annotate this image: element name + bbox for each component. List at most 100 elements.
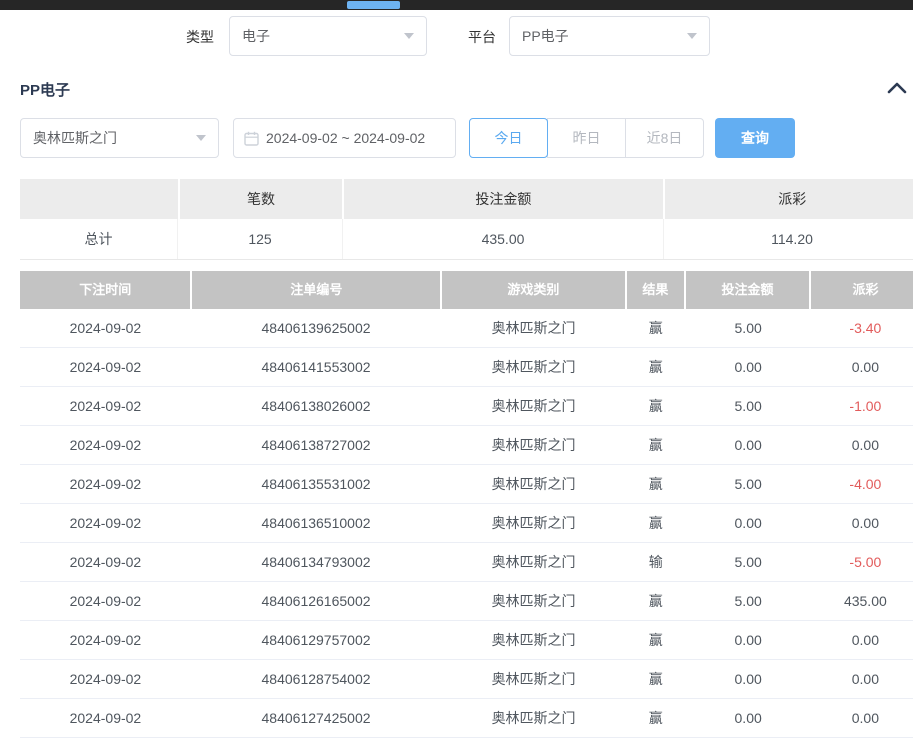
bet-amount-cell: 5.00 [686,387,811,425]
bet-time-cell: 2024-09-02 [20,738,191,743]
platform-select[interactable]: PP电子 [509,16,710,56]
bet-amount-cell: 0.00 [686,504,811,542]
result-cell: 输 [626,738,686,743]
platform-select-value: PP电子 [522,26,569,46]
chevron-down-icon [687,33,697,39]
payout-cell: 0.00 [811,660,913,698]
table-row: 2024-09-02 48406136510002 奥林匹斯之门 赢 0.00 … [20,504,913,543]
bet-amount-cell: 0.00 [686,621,811,659]
order-id-cell: 48406136510002 [191,504,441,542]
summary-header-count: 笔数 [180,179,343,219]
bet-amount-cell: 0.00 [686,699,811,737]
payout-cell: 435.00 [811,582,913,620]
order-id-cell: 48406125316002 [191,738,441,743]
result-cell: 赢 [626,309,686,347]
result-cell: 赢 [626,699,686,737]
table-row: 2024-09-02 48406139625002 奥林匹斯之门 赢 5.00 … [20,309,913,348]
type-select[interactable]: 电子 [229,16,427,56]
game-category-cell: 奥林匹斯之门 [441,387,626,425]
result-cell: 赢 [626,426,686,464]
result-cell: 赢 [626,348,686,386]
result-cell: 赢 [626,582,686,620]
bet-time-cell: 2024-09-02 [20,387,191,425]
bet-time-cell: 2024-09-02 [20,504,191,542]
header-result: 结果 [627,271,684,309]
bet-time-cell: 2024-09-02 [20,348,191,386]
game-category-cell: 奥林匹斯之门 [441,504,626,542]
result-cell: 赢 [626,387,686,425]
table-row: 2024-09-02 48406129757002 奥林匹斯之门 赢 0.00 … [20,621,913,660]
bet-table-body: 2024-09-02 48406139625002 奥林匹斯之门 赢 5.00 … [20,309,913,743]
bet-amount-cell: 0.00 [686,348,811,386]
payout-cell: -5.00 [811,543,913,581]
quick-date-button-group: 今日 昨日 近8日 [469,118,704,158]
result-cell: 赢 [626,504,686,542]
payout-cell: -1.00 [811,387,913,425]
order-id-cell: 48406139625002 [191,309,441,347]
table-row: 2024-09-02 48406125316002 奥林匹斯之门 输 5.00 … [20,738,913,743]
bet-amount-cell: 0.00 [686,660,811,698]
bet-amount-cell: 5.00 [686,738,811,743]
table-row: 2024-09-02 48406138727002 奥林匹斯之门 赢 0.00 … [20,426,913,465]
table-row: 2024-09-02 48406127425002 奥林匹斯之门 赢 0.00 … [20,699,913,738]
collapse-chevron-up-icon[interactable] [886,79,908,97]
today-button[interactable]: 今日 [469,118,548,158]
game-select-value: 奥林匹斯之门 [33,128,117,148]
order-id-cell: 48406126165002 [191,582,441,620]
game-select[interactable]: 奥林匹斯之门 [20,118,219,158]
payout-cell: 0.00 [811,504,913,542]
order-id-cell: 48406128754002 [191,660,441,698]
game-category-cell: 奥林匹斯之门 [441,309,626,347]
bet-time-cell: 2024-09-02 [20,582,191,620]
date-range-value: 2024-09-02 ~ 2024-09-02 [266,130,425,146]
payout-cell: 0.00 [811,699,913,737]
top-scrollbar[interactable] [0,0,913,10]
bet-time-cell: 2024-09-02 [20,543,191,581]
table-row: 2024-09-02 48406135531002 奥林匹斯之门 赢 5.00 … [20,465,913,504]
yesterday-button[interactable]: 昨日 [547,118,626,158]
bet-time-cell: 2024-09-02 [20,465,191,503]
payout-cell: -4.00 [811,465,913,503]
section-title: PP电子 [20,79,70,100]
header-game-category: 游戏类别 [442,271,624,309]
calendar-icon [244,131,259,146]
payout-cell: 0.00 [811,621,913,659]
bet-amount-cell: 5.00 [686,465,811,503]
game-category-cell: 奥林匹斯之门 [441,582,626,620]
type-label: 类型 [186,27,214,47]
order-id-cell: 48406134793002 [191,543,441,581]
last-8-days-button[interactable]: 近8日 [625,118,704,158]
result-cell: 输 [626,543,686,581]
header-order-id: 注单编号 [192,271,440,309]
payout-cell: -5.00 [811,738,913,743]
bet-amount-cell: 5.00 [686,309,811,347]
summary-header-empty [20,179,178,219]
game-category-cell: 奥林匹斯之门 [441,543,626,581]
summary-total-row: 总计 125 435.00 114.20 [20,219,913,260]
search-button[interactable]: 查询 [715,118,795,158]
summary-header-payout: 派彩 [665,179,913,219]
game-category-cell: 奥林匹斯之门 [441,621,626,659]
table-row: 2024-09-02 48406138026002 奥林匹斯之门 赢 5.00 … [20,387,913,426]
result-cell: 赢 [626,660,686,698]
header-payout: 派彩 [811,271,913,309]
order-id-cell: 48406141553002 [191,348,441,386]
game-category-cell: 奥林匹斯之门 [441,348,626,386]
scrollbar-thumb[interactable] [347,1,400,9]
payout-cell: 0.00 [811,348,913,386]
order-id-cell: 48406138727002 [191,426,441,464]
summary-total-bet-amount: 435.00 [343,219,664,259]
platform-label: 平台 [468,27,496,47]
result-cell: 赢 [626,465,686,503]
date-range-picker[interactable]: 2024-09-02 ~ 2024-09-02 [233,118,456,158]
bet-amount-cell: 5.00 [686,582,811,620]
payout-cell: 0.00 [811,426,913,464]
bet-time-cell: 2024-09-02 [20,699,191,737]
bet-time-cell: 2024-09-02 [20,426,191,464]
table-row: 2024-09-02 48406128754002 奥林匹斯之门 赢 0.00 … [20,660,913,699]
order-id-cell: 48406135531002 [191,465,441,503]
order-id-cell: 48406138026002 [191,387,441,425]
table-row: 2024-09-02 48406141553002 奥林匹斯之门 赢 0.00 … [20,348,913,387]
game-category-cell: 奥林匹斯之门 [441,426,626,464]
bet-amount-cell: 5.00 [686,543,811,581]
